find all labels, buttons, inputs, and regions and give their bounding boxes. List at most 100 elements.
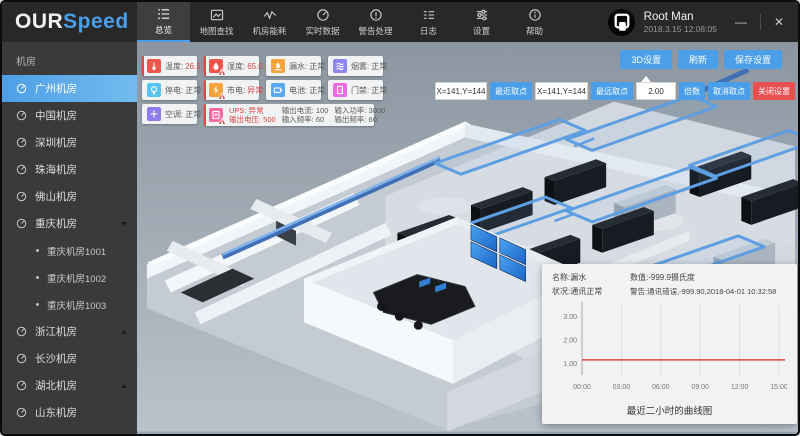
tab-label: 实时数据 [305,25,339,37]
sidebar-item-chongqing[interactable]: 重庆机房 [2,210,137,237]
realtime-icon [316,8,330,22]
badge-mains-power: 市电:异常 [204,80,259,100]
multiplier-input[interactable] [636,82,676,100]
fan-icon [147,107,161,121]
tab-help[interactable]: 帮助 [508,2,561,42]
badge-air-conditioner: 空调:正常 [142,104,197,124]
sidebar-item-chongqing-1003[interactable]: 重庆机房1003 [2,291,137,318]
gauge-icon [16,164,27,175]
energy-icon [263,8,277,22]
tab-label: 帮助 [526,25,543,37]
door-icon [333,83,347,97]
sidebar-item-changsha[interactable]: 长沙机房 [2,345,137,372]
sidebar-item-zhongguo[interactable]: 中国机房 [2,102,137,129]
near-point-button[interactable]: 最近取点 [490,82,532,100]
sensor-tooltip-panel: 名称:漏水 数值:-999.9摄氏度 状况:通讯正常 警告:通讯错误,-999.… [542,264,797,424]
far-point-button[interactable]: 最远取点 [591,82,633,100]
log-icon [422,8,436,22]
bullet-icon [36,303,39,306]
gauge-icon [16,137,27,148]
room-label: 湖北机房 [35,378,77,393]
gauge-icon [16,353,27,364]
room-label: 福建机房 [35,432,77,434]
svg-text:1.00: 1.00 [563,361,577,368]
view-toolbar: 3D设置 刷新 保存设置 [620,50,782,69]
room-label: 中国机房 [35,108,77,123]
sidebar-item-shandong[interactable]: 山东机房 [2,399,137,426]
svg-text:15:00: 15:00 [770,384,787,391]
svg-text:03:00: 03:00 [613,384,631,391]
badge-power-outage: 停电:正常 [142,80,197,100]
collapse-arrow-icon[interactable] [121,222,127,226]
close-button[interactable]: ✕ [774,16,784,28]
multiplier-button[interactable]: 倍数 [679,82,705,100]
battery-icon [271,83,285,97]
tab-label: 总览 [155,24,172,36]
bullet-icon [36,276,39,279]
room-label: 浙江机房 [35,324,77,339]
tab-settings[interactable]: 设置 [455,2,508,42]
tab-label: 日志 [420,25,437,37]
svg-text:2.00: 2.00 [563,338,577,345]
gauge-icon [16,191,27,202]
tab-energy[interactable]: 机房能耗 [243,2,296,42]
alarm-triangle-icon [218,92,226,100]
3d-settings-button[interactable]: 3D设置 [620,50,672,69]
help-icon [528,8,542,22]
top-bar: OURSpeed 总览 地图查找 机房能耗 [2,2,798,42]
bulb-icon [147,83,161,97]
sidebar-item-guangzhou[interactable]: 广州机房 [2,75,137,102]
tab-log[interactable]: 日志 [402,2,455,42]
save-settings-button[interactable]: 保存设置 [724,50,782,69]
sidebar-item-hubei[interactable]: 湖北机房 [2,372,137,399]
smoke-icon [333,59,347,73]
sidebar-item-zhuhai[interactable]: 珠海机房 [2,156,137,183]
datetime: 2018.3.15 12:08:05 [644,24,717,35]
svg-text:09:00: 09:00 [691,384,709,391]
sidebar-item-foshan[interactable]: 佛山机房 [2,183,137,210]
alarm-triangle-icon [218,117,226,125]
tab-map-search[interactable]: 地图查找 [190,2,243,42]
sidebar-item-zhejiang[interactable]: 浙江机房 [2,318,137,345]
window-controls: — ✕ [735,2,784,42]
refresh-button[interactable]: 刷新 [678,50,718,69]
room-label: 重庆机房1001 [47,244,106,258]
sidebar-item-chongqing-1002[interactable]: 重庆机房1002 [2,264,137,291]
tab-alert-handling[interactable]: 警告处理 [349,2,402,42]
gauge-icon [16,218,27,229]
expand-arrow-icon[interactable] [121,330,127,334]
ups-icon [209,108,223,122]
alert-icon [369,8,383,22]
near-point-input[interactable] [435,82,487,100]
cancel-point-button[interactable]: 取消取点 [708,82,750,100]
chart-title: 最近二小时的曲线图 [552,403,787,417]
sidebar-item-chongqing-1001[interactable]: 重庆机房1001 [2,237,137,264]
badge-water-leak: 漏水:正常 [266,56,321,76]
sidebar-item-shenzhen[interactable]: 深圳机房 [2,129,137,156]
far-point-input[interactable] [535,82,588,100]
tab-overview[interactable]: 总览 [137,2,190,42]
tab-label: 地图查找 [199,25,233,37]
svg-text:00:00: 00:00 [573,384,591,391]
sidebar-item-fujian[interactable]: 福建机房 [2,426,137,434]
brand-part1: OUR [15,10,63,34]
room-label: 重庆机房 [35,216,77,231]
user-block: Root Man 2018.3.15 12:08:05 [607,2,717,42]
minimize-button[interactable]: — [735,16,747,28]
trend-chart: 00:0003:0006:0009:0012:0015:001.002.003.… [552,297,787,397]
thermometer-icon [147,59,161,73]
room-label: 佛山机房 [35,189,77,204]
room-label: 深圳机房 [35,135,77,150]
svg-text:06:00: 06:00 [652,384,670,391]
svg-text:3.00: 3.00 [563,314,577,321]
room-label: 珠海机房 [35,162,77,177]
tab-realtime-data[interactable]: 实时数据 [296,2,349,42]
close-settings-button[interactable]: 关闭设置 [753,82,795,100]
room-label: 重庆机房1002 [47,271,106,285]
badge-smoke: 烟雾:正常 [328,56,383,76]
main-view: 温度:26.5 湿度:65.0 漏水:正常 [137,42,798,434]
expand-arrow-icon[interactable] [121,384,127,388]
badge-temperature: 温度:26.5 [142,56,197,76]
sidebar-header: 机房 [2,42,137,75]
tooltip-warning: 警告:通讯错误,-999.90,2018-04-01 10:32:58 [630,286,787,297]
